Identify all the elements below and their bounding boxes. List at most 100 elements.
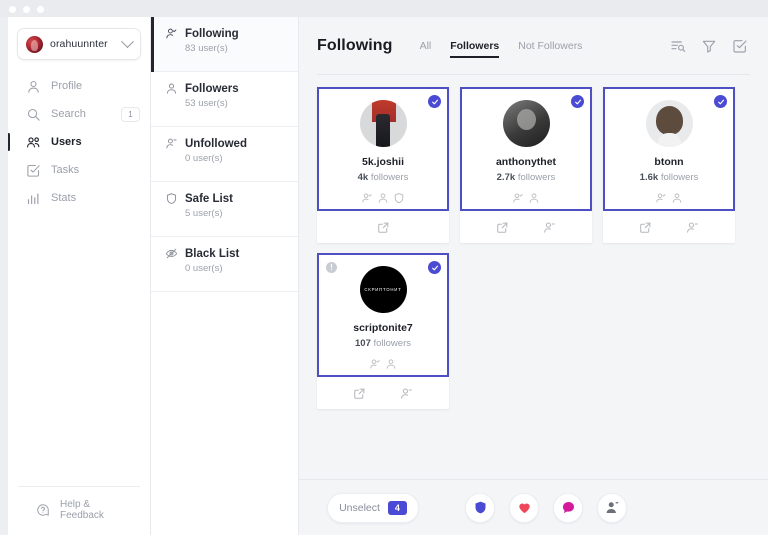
shield-outline-icon <box>393 191 405 203</box>
person-icon <box>165 82 178 95</box>
unfollow-button[interactable] <box>597 493 627 523</box>
shield-button[interactable] <box>465 493 495 523</box>
account-name: orahuunnter <box>50 38 123 50</box>
selected-check-icon[interactable] <box>428 95 441 108</box>
close-window-button[interactable] <box>9 6 16 13</box>
followers-stat: 107 followers <box>355 338 411 349</box>
user-card-status-icons <box>369 357 397 369</box>
sort-search-icon[interactable] <box>670 38 686 54</box>
user-card[interactable]: anthonythet 2.7k followers <box>460 87 592 243</box>
header-actions <box>670 38 748 54</box>
followers-count: 2.7k <box>497 172 516 183</box>
list-item-count: 0 user(s) <box>185 263 298 274</box>
selected-check-icon[interactable] <box>714 95 727 108</box>
users-icon <box>26 135 41 150</box>
open-external-icon[interactable] <box>353 387 366 400</box>
selected-check-icon[interactable] <box>571 95 584 108</box>
user-card-actions <box>460 211 592 243</box>
username: anthonythet <box>496 156 556 168</box>
user-card-body[interactable]: 5k.joshii 4k followers <box>317 87 449 211</box>
list-item-followers[interactable]: Followers 53 user(s) <box>151 72 298 127</box>
user-card-body[interactable]: ! СКРИПТОНИТ scriptonite7 107 followers <box>317 253 449 377</box>
user-card-body[interactable]: btonn 1.6k followers <box>603 87 735 211</box>
comment-button[interactable] <box>553 493 583 523</box>
minimize-window-button[interactable] <box>23 6 30 13</box>
user-card-status-icons <box>655 191 683 203</box>
sidebar-item-label: Tasks <box>51 164 79 176</box>
user-lists-panel: Following 83 user(s) Followers 53 user(s… <box>151 17 299 535</box>
sidebar-item-label: Users <box>51 136 82 148</box>
username: 5k.joshii <box>362 156 404 168</box>
eye-off-icon <box>165 247 178 260</box>
tab-followers[interactable]: Followers <box>450 17 499 75</box>
follower-icon <box>655 191 667 203</box>
info-glyph: ! <box>330 264 333 272</box>
follower-icon <box>369 357 381 369</box>
shield-filled-icon <box>473 500 488 515</box>
sidebar-item-users[interactable]: Users <box>8 128 150 156</box>
help-feedback-label: Help & Feedback <box>60 499 130 521</box>
follower-icon <box>512 191 524 203</box>
sidebar-item-search[interactable]: Search 1 <box>8 100 150 128</box>
sidebar-item-label: Profile <box>51 80 82 92</box>
open-external-icon[interactable] <box>496 221 509 234</box>
list-item-title: Following <box>185 28 239 40</box>
followers-label: followers <box>374 338 412 349</box>
sidebar-item-stats[interactable]: Stats <box>8 184 150 212</box>
user-card-body[interactable]: anthonythet 2.7k followers <box>460 87 592 211</box>
tab-not-followers[interactable]: Not Followers <box>518 17 582 75</box>
list-item-count: 83 user(s) <box>185 43 298 54</box>
user-card[interactable]: 5k.joshii 4k followers <box>317 87 449 243</box>
person-check-icon <box>165 27 178 40</box>
maximize-window-button[interactable] <box>37 6 44 13</box>
sidebar-item-profile[interactable]: Profile <box>8 72 150 100</box>
page-title: Following <box>317 37 393 55</box>
question-circle-icon <box>36 503 50 517</box>
list-item-safe-list[interactable]: Safe List 5 user(s) <box>151 182 298 237</box>
task-check-icon <box>26 163 41 178</box>
follower-icon <box>361 191 373 203</box>
followers-count: 1.6k <box>640 172 659 183</box>
sidebar-item-tasks[interactable]: Tasks <box>8 156 150 184</box>
person-icon <box>26 79 41 94</box>
filter-icon[interactable] <box>701 38 717 54</box>
followers-stat: 2.7k followers <box>497 172 556 183</box>
info-icon[interactable]: ! <box>326 262 337 273</box>
unfollow-user-icon[interactable] <box>686 221 699 234</box>
unselect-button[interactable]: Unselect 4 <box>327 493 419 523</box>
user-card[interactable]: btonn 1.6k followers <box>603 87 735 243</box>
unfollow-user-icon[interactable] <box>543 221 556 234</box>
window-titlebar <box>0 0 768 17</box>
account-switcher[interactable]: orahuunnter <box>17 28 141 60</box>
selection-toolbar: Unselect 4 <box>299 479 768 535</box>
open-external-icon[interactable] <box>639 221 652 234</box>
tab-all[interactable]: All <box>420 17 432 75</box>
followers-label: followers <box>661 172 699 183</box>
list-item-count: 53 user(s) <box>185 98 298 109</box>
selection-count-badge: 4 <box>388 501 407 515</box>
unfollow-user-icon[interactable] <box>400 387 413 400</box>
like-button[interactable] <box>509 493 539 523</box>
select-all-icon[interactable] <box>732 38 748 54</box>
main-header: Following All Followers Not Followers <box>299 17 768 75</box>
list-item-count: 5 user(s) <box>185 208 298 219</box>
followers-count: 4k <box>358 172 369 183</box>
open-external-icon[interactable] <box>377 221 390 234</box>
selected-check-icon[interactable] <box>428 261 441 274</box>
following-icon <box>528 191 540 203</box>
list-item-unfollowed[interactable]: Unfollowed 0 user(s) <box>151 127 298 182</box>
sidebar-item-label: Stats <box>51 192 76 204</box>
avatar-text: СКРИПТОНИТ <box>364 287 401 292</box>
following-icon <box>671 191 683 203</box>
avatar <box>360 100 407 147</box>
main-panel: Following All Followers Not Followers <box>299 17 768 535</box>
list-item-following[interactable]: Following 83 user(s) <box>151 17 298 72</box>
following-icon <box>377 191 389 203</box>
person-minus-filled-icon <box>605 500 620 515</box>
left-navigation: orahuunnter Profile <box>8 17 151 535</box>
list-item-black-list[interactable]: Black List 0 user(s) <box>151 237 298 292</box>
bulk-action-buttons <box>465 493 627 523</box>
help-feedback-button[interactable]: Help & Feedback <box>36 499 130 521</box>
followers-stat: 1.6k followers <box>640 172 699 183</box>
user-card[interactable]: ! СКРИПТОНИТ scriptonite7 107 followers <box>317 253 449 409</box>
